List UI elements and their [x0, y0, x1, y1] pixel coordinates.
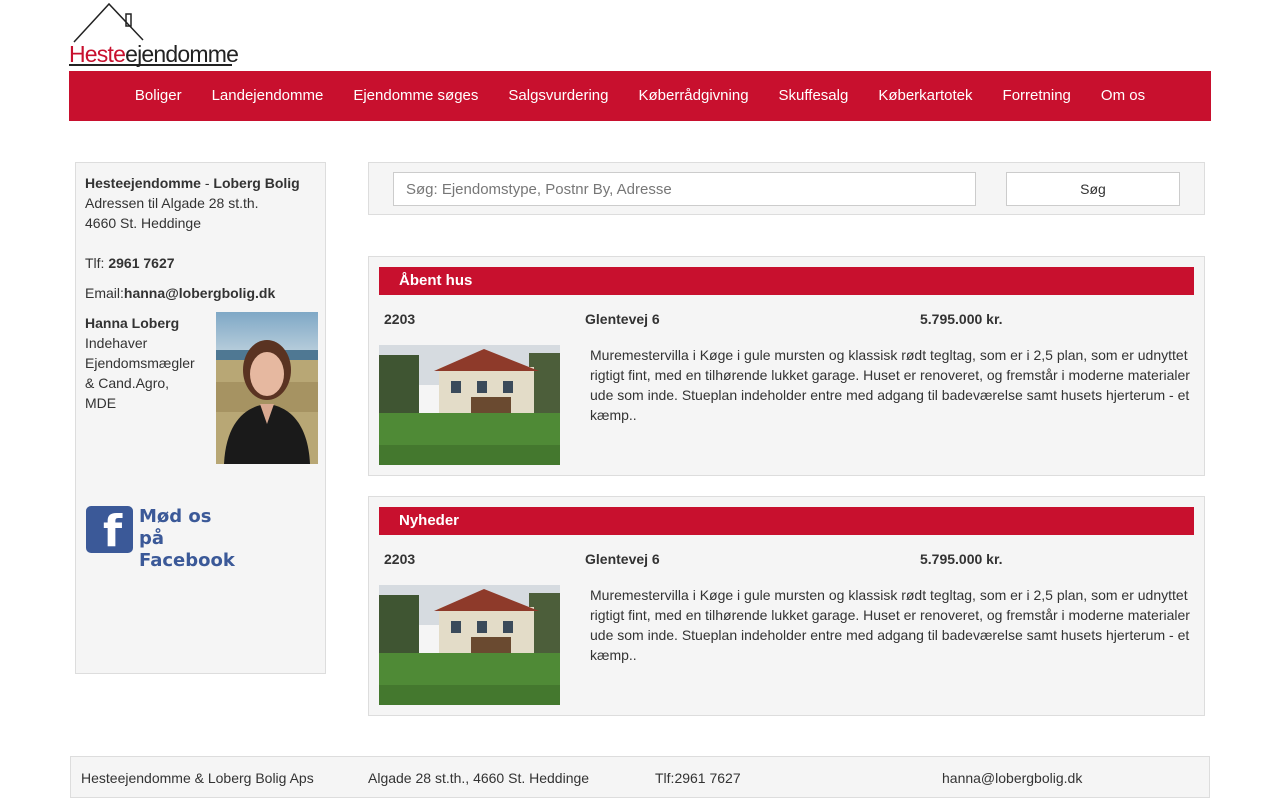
facebook-text: Mød os på Facebook — [139, 506, 235, 572]
email-label: Email: — [85, 285, 124, 301]
listing-photo[interactable] — [379, 345, 560, 465]
nav-item-boliger[interactable]: Boliger — [120, 71, 197, 121]
footer-company: Hesteejendomme & Loberg Bolig Aps — [81, 770, 314, 786]
search-input[interactable] — [393, 172, 976, 206]
phone-number[interactable]: 2961 7627 — [108, 255, 174, 271]
listing-zip: 2203 — [384, 311, 416, 327]
phone-label: Tlf: — [85, 255, 109, 271]
search-panel: Søg — [368, 162, 1205, 215]
listing-description: Muremestervilla i Køge i gule mursten og… — [590, 587, 1190, 663]
nav-item-forretning[interactable]: Forretning — [988, 71, 1086, 121]
site-logo[interactable]: Hesteejendomme — [69, 0, 239, 70]
listing-description: Muremestervilla i Køge i gule mursten og… — [590, 347, 1190, 423]
contact-info: Hesteejendomme - Loberg Bolig Adressen t… — [85, 173, 320, 303]
agent-name: Hanna Loberg — [85, 315, 180, 331]
open-house-panel: Åbent hus 2203 Glentevej 6 5.795.000 kr.… — [368, 256, 1205, 476]
facebook-text-line-2: Facebook — [139, 550, 235, 571]
main-navigation: Boliger Landejendomme Ejendomme søges Sa… — [69, 71, 1211, 121]
news-title: Nyheder — [379, 507, 1194, 535]
footer-email[interactable]: hanna@lobergbolig.dk — [942, 769, 1082, 787]
nav-item-koberradgivning[interactable]: Køberrådgivning — [623, 71, 763, 121]
footer-phone[interactable]: Tlf:2961 7627 — [655, 769, 741, 787]
company-name-b: Loberg Bolig — [213, 175, 300, 191]
contact-sidebar: Hesteejendomme - Loberg Bolig Adressen t… — [75, 162, 326, 674]
facebook-icon: f — [86, 506, 133, 554]
nav-item-salgsvurdering[interactable]: Salgsvurdering — [493, 71, 623, 121]
nav-item-om-os[interactable]: Om os — [1086, 71, 1160, 121]
email-link[interactable]: hanna@lobergbolig.dk — [124, 285, 275, 301]
open-house-title: Åbent hus — [379, 267, 1194, 295]
address-line-1: Adressen til Algade 28 st.th. — [85, 195, 259, 211]
listing-price: 5.795.000 kr. — [920, 551, 1003, 567]
listing-address[interactable]: Glentevej 6 — [585, 311, 660, 327]
nav-item-ejendomme-soges[interactable]: Ejendomme søges — [338, 71, 493, 121]
facebook-link[interactable]: f Mød os på Facebook — [85, 504, 235, 571]
facebook-text-line-1: Mød os på — [139, 506, 212, 549]
search-button[interactable]: Søg — [1006, 172, 1180, 206]
house-roof-icon — [73, 2, 144, 43]
listing-address[interactable]: Glentevej 6 — [585, 551, 660, 567]
listing-photo[interactable] — [379, 585, 560, 705]
agent-info: Hanna Loberg Indehaver Ejendomsmægler & … — [85, 313, 195, 413]
email-line: Email:hanna@lobergbolig.dk — [85, 283, 320, 303]
nav-item-skuffesalg[interactable]: Skuffesalg — [764, 71, 864, 121]
company-name-a: Hesteejendomme — [85, 175, 201, 191]
nav-item-koberkartotek[interactable]: Køberkartotek — [863, 71, 987, 121]
site-footer: Hesteejendomme & Loberg Bolig Aps Algade… — [70, 756, 1210, 798]
company-line: Hesteejendomme - Loberg Bolig — [85, 173, 320, 193]
agent-photo — [216, 312, 318, 464]
nav-item-landejendomme[interactable]: Landejendomme — [197, 71, 339, 121]
agent-title: Indehaver Ejendomsmægler & Cand.Agro, MD… — [85, 335, 195, 411]
footer-address: Algade 28 st.th., 4660 St. Heddinge — [368, 770, 590, 786]
listing-zip: 2203 — [384, 551, 416, 567]
listing-price: 5.795.000 kr. — [920, 311, 1003, 327]
phone-line: Tlf: 2961 7627 — [85, 253, 320, 273]
news-panel: Nyheder 2203 Glentevej 6 5.795.000 kr. M… — [368, 496, 1205, 716]
logo-underline — [69, 64, 232, 66]
company-separator: - — [200, 175, 214, 191]
address-line-2: 4660 St. Heddinge — [85, 215, 201, 231]
